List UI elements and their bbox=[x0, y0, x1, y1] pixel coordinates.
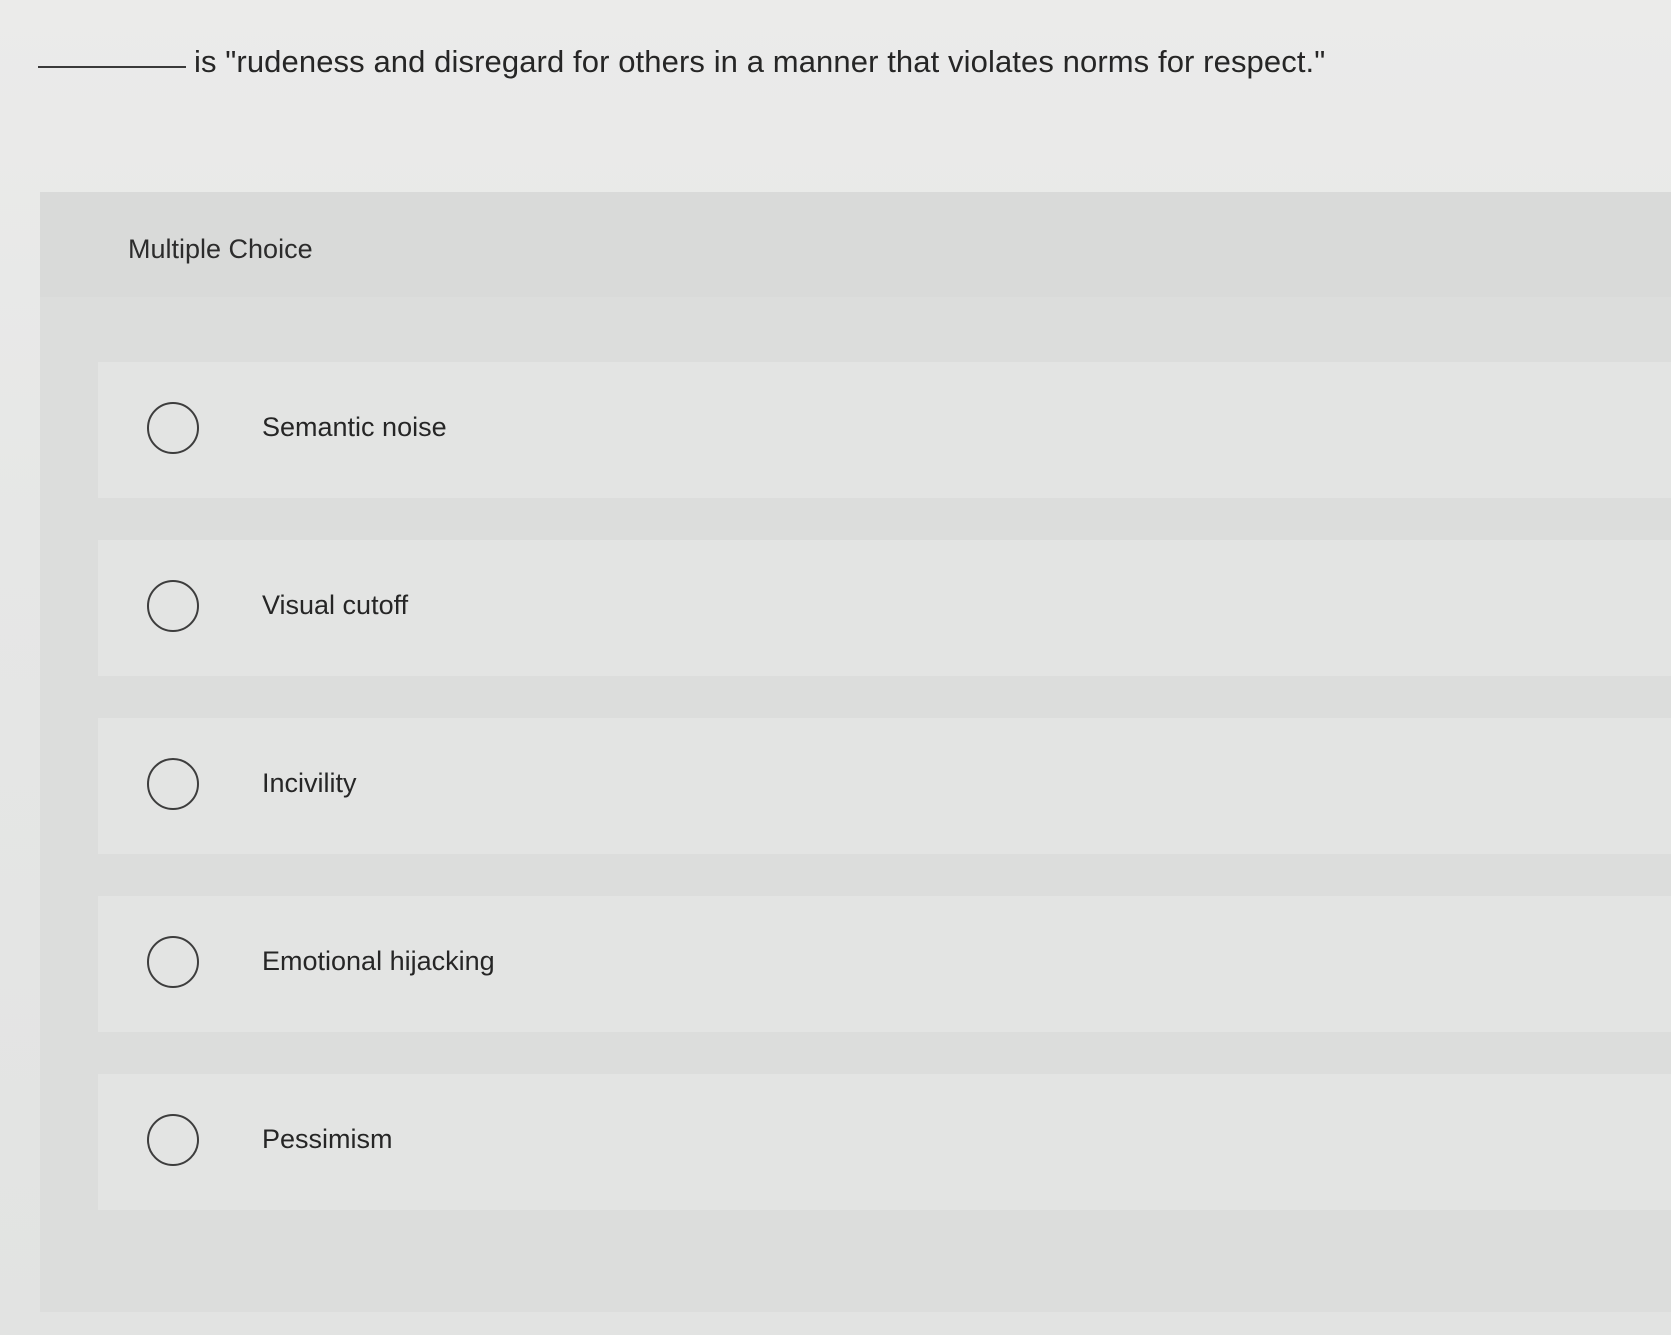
choice-label: Semantic noise bbox=[262, 412, 447, 442]
section-label: Multiple Choice bbox=[128, 234, 313, 264]
radio-button[interactable] bbox=[147, 758, 199, 810]
choice-option-semantic-noise[interactable]: Semantic noise bbox=[98, 362, 1671, 498]
choice-label: Emotional hijacking bbox=[262, 946, 495, 976]
radio-button[interactable] bbox=[147, 402, 199, 454]
question-text: is "rudeness and disregard for others in… bbox=[194, 44, 1326, 79]
choice-label: Incivility bbox=[262, 768, 357, 798]
panel-header: Multiple Choice bbox=[40, 192, 1671, 297]
choice-label: Visual cutoff bbox=[262, 590, 409, 620]
question-prompt: is "rudeness and disregard for others in… bbox=[38, 44, 1598, 104]
radio-button[interactable] bbox=[147, 580, 199, 632]
multiple-choice-panel: Multiple Choice Semantic noise Visual cu… bbox=[40, 192, 1671, 1312]
choice-option-incivility[interactable]: Incivility bbox=[98, 718, 1671, 854]
radio-button[interactable] bbox=[147, 1114, 199, 1166]
choice-list: Semantic noise Visual cutoff Incivility … bbox=[98, 362, 1671, 1252]
radio-button[interactable] bbox=[147, 936, 199, 988]
answer-blank bbox=[38, 66, 186, 68]
choice-label: Pessimism bbox=[262, 1124, 393, 1154]
choice-option-pessimism[interactable]: Pessimism bbox=[98, 1074, 1671, 1210]
choice-option-emotional-hijacking[interactable]: Emotional hijacking bbox=[98, 896, 1671, 1032]
choice-option-visual-cutoff[interactable]: Visual cutoff bbox=[98, 540, 1671, 676]
